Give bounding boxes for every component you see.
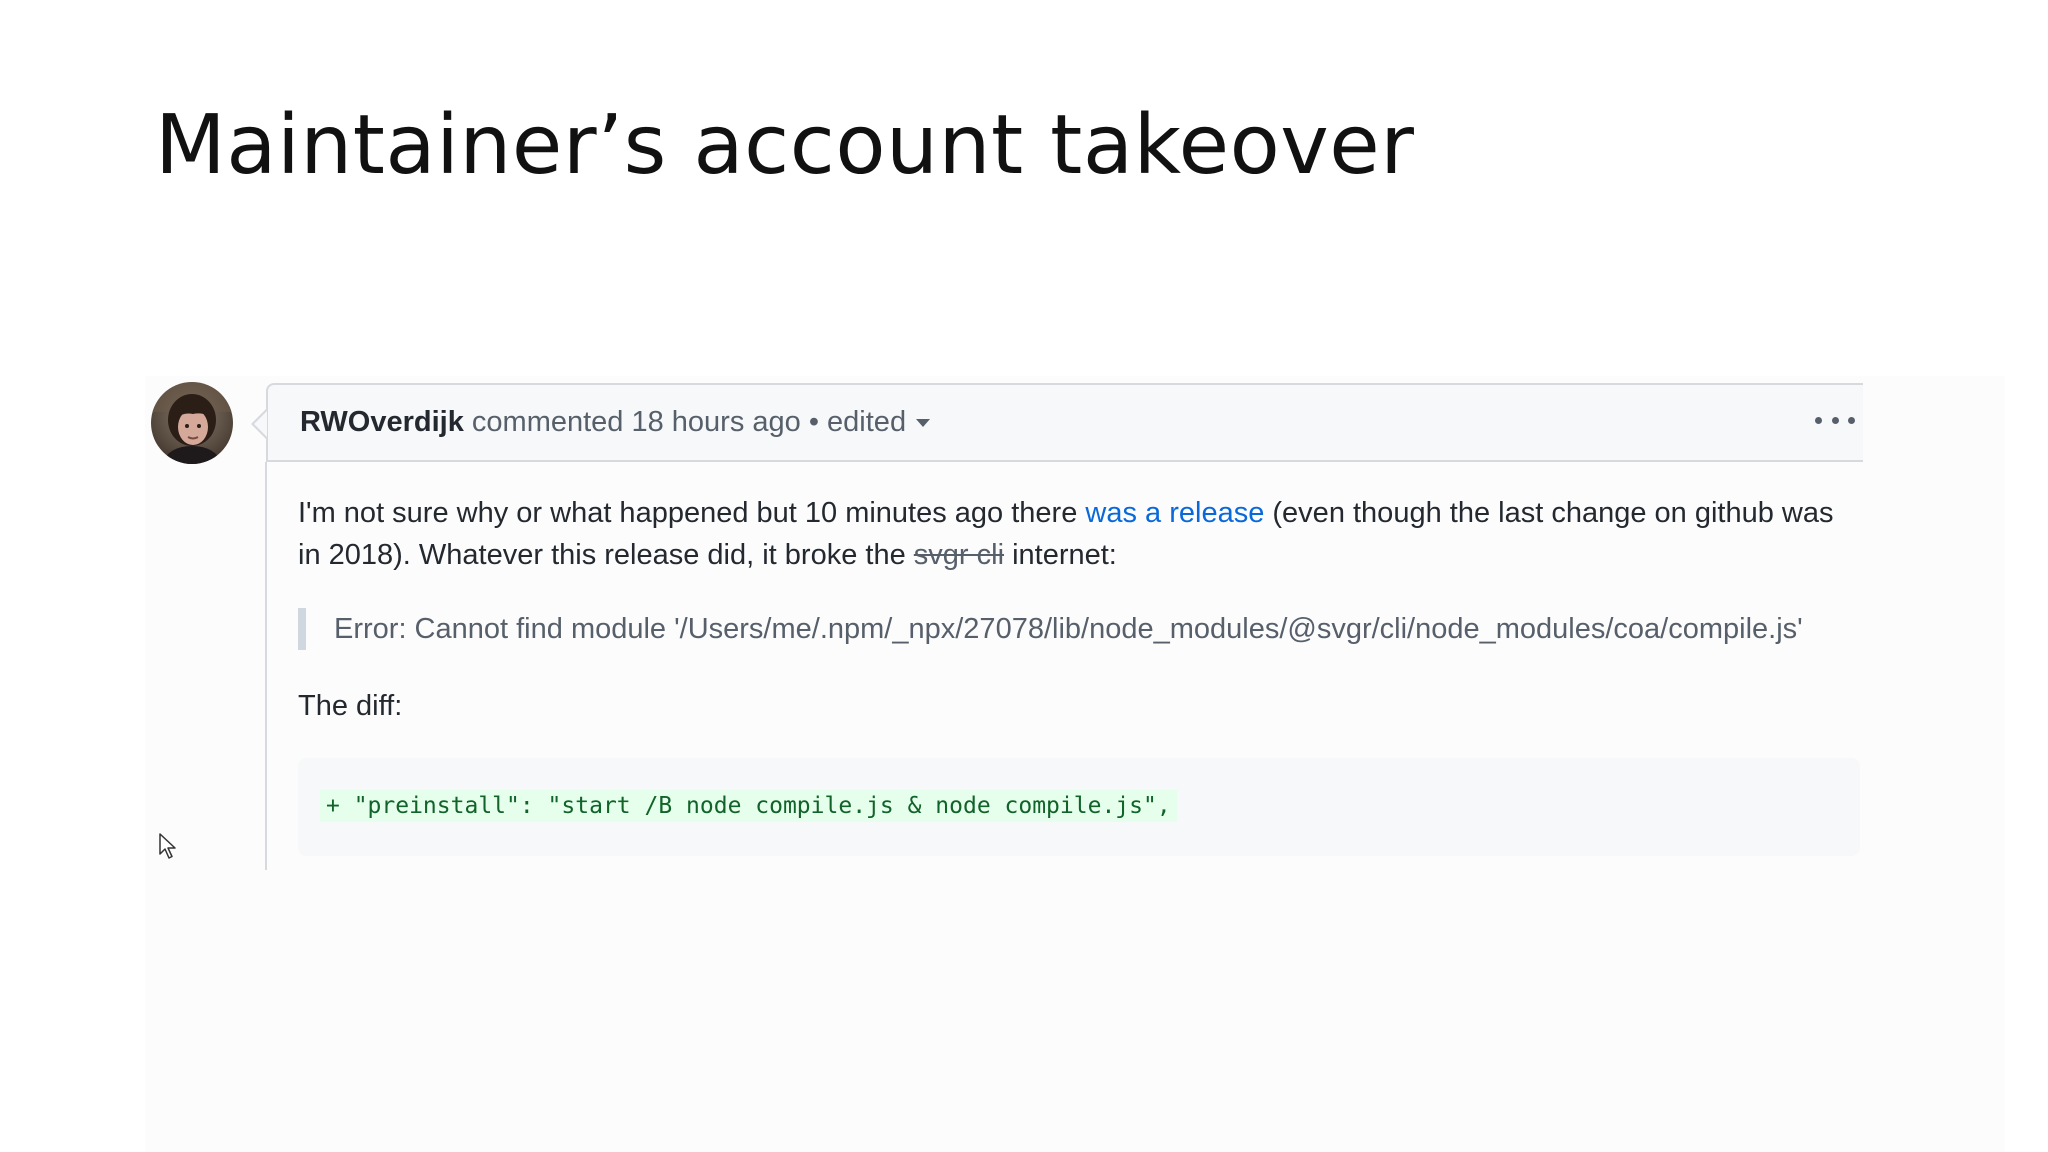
mouse-cursor-icon: [159, 833, 176, 859]
avatar-image: [151, 382, 233, 464]
diff-added-line: + "preinstall": "start /B node compile.j…: [320, 790, 1177, 822]
comment-pointer-fill: [254, 411, 267, 437]
slide-title: Maintainer’s account takeover: [155, 98, 1415, 193]
code-block: + "preinstall": "start /B node compile.j…: [298, 758, 1860, 856]
comment-body: I'm not sure why or what happened but 10…: [298, 492, 1858, 576]
comment-header-text: RWOverdijk commented 18 hours ago • edit…: [300, 406, 931, 439]
error-blockquote: Error: Cannot find module '/Users/me/.np…: [298, 608, 1803, 650]
timeline-line: [265, 462, 267, 870]
avatar[interactable]: [151, 382, 233, 464]
author-link[interactable]: RWOverdijk: [300, 406, 464, 438]
comment-paragraph: I'm not sure why or what happened but 10…: [298, 497, 1834, 571]
release-link[interactable]: was a release: [1085, 497, 1264, 529]
struck-text: svgr cli: [913, 539, 1005, 571]
kebab-horizontal-icon[interactable]: [1815, 405, 1855, 435]
triangle-down-icon[interactable]: [916, 419, 931, 428]
comment-meta[interactable]: commented 18 hours ago • edited: [464, 406, 906, 438]
diff-label: The diff:: [298, 690, 403, 722]
comment-header: RWOverdijk commented 18 hours ago • edit…: [266, 383, 1863, 462]
slide: Maintainer’s account takeover RWOverdijk…: [0, 0, 2048, 1152]
